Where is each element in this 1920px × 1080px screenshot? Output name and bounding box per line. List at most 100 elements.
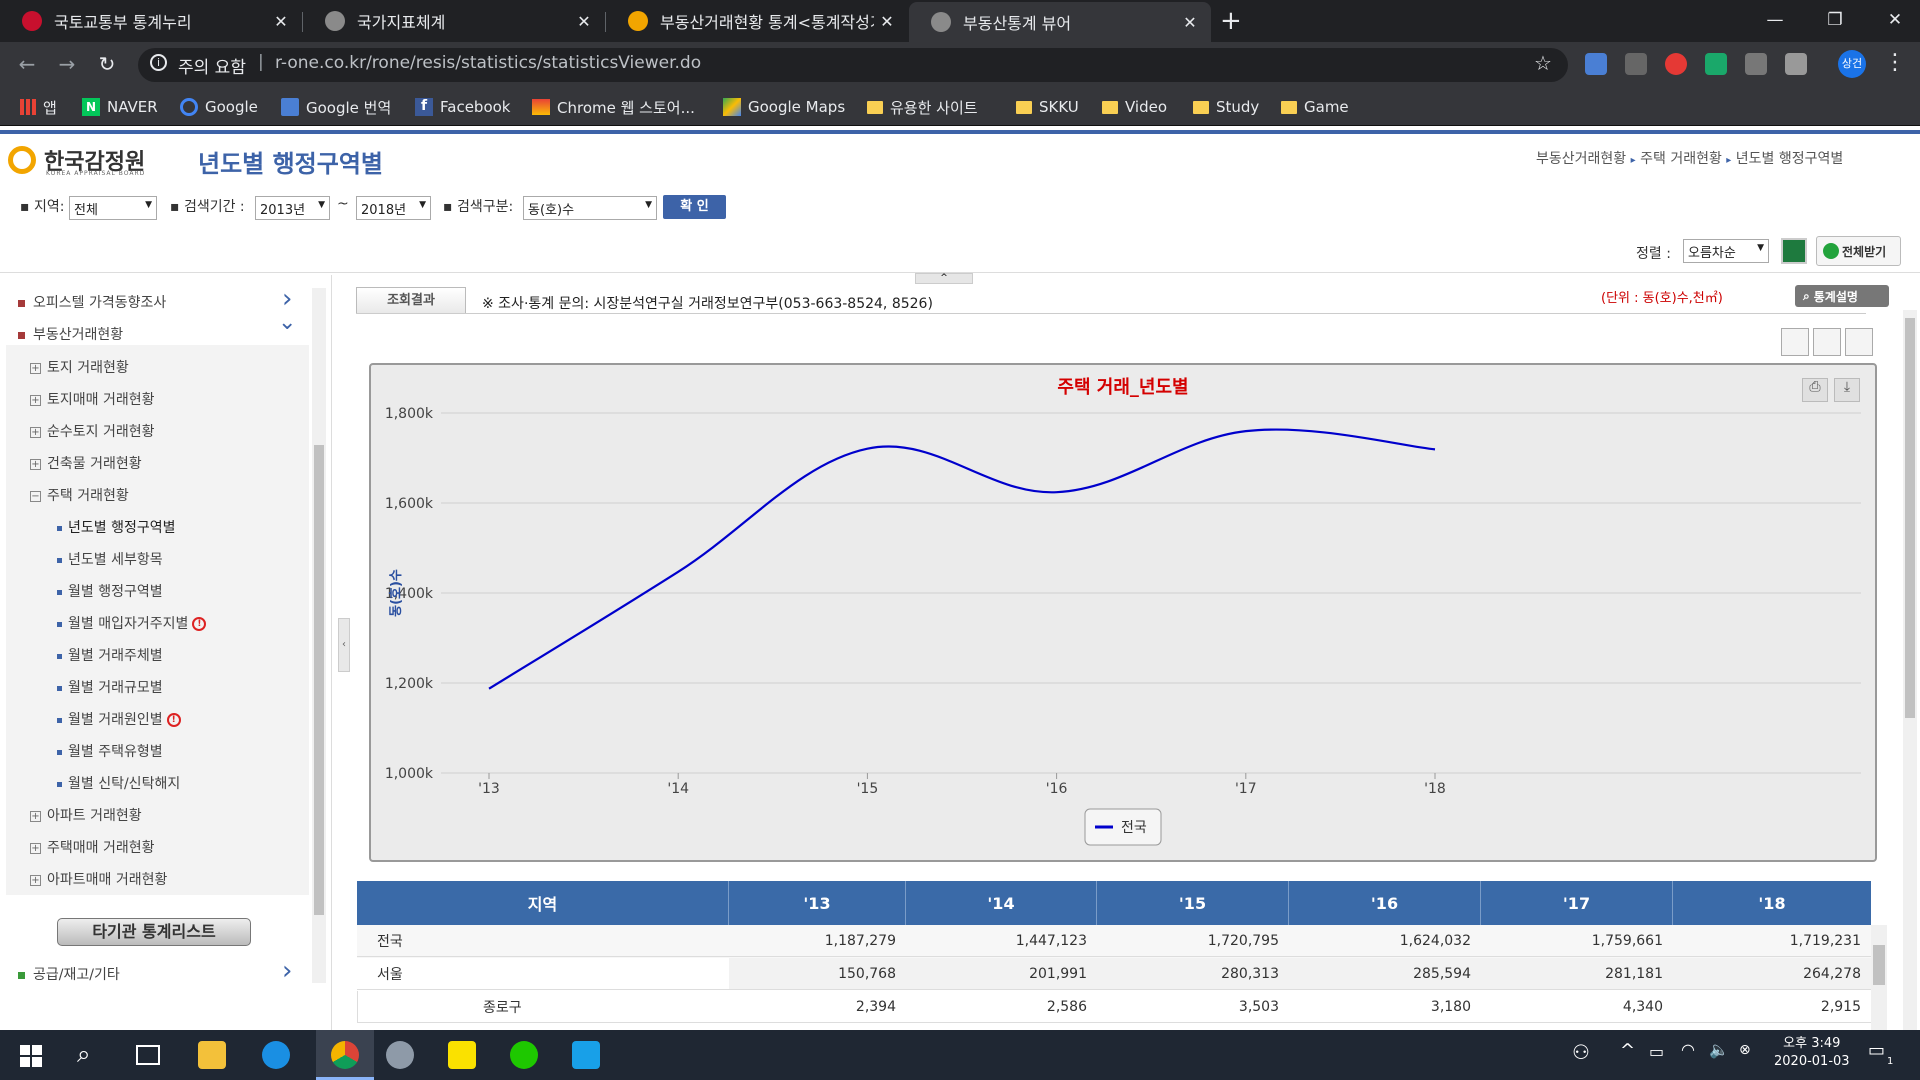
expand-icon[interactable]: + [30,362,41,374]
close-icon[interactable]: ✕ [268,12,294,31]
period-to-select[interactable]: 2018년 [356,196,431,220]
app-icon[interactable] [572,1041,600,1069]
clock[interactable]: 오후 3:49 2020-01-03 [1774,1035,1850,1071]
chevron-right-icon[interactable]: › [282,956,292,986]
expand-icon[interactable]: + [30,394,41,406]
new-tab-button[interactable]: + [1220,6,1242,36]
bookmark-google-translate[interactable]: Google 번역 [281,95,391,119]
confirm-button[interactable]: 확 인 [663,195,726,219]
sidebar-item-supply[interactable]: 공급/재고/기타 [18,964,120,984]
subitem-monthly-trust[interactable]: 월별 신탁/신탁해지 [57,773,180,793]
subitem-monthly-cause[interactable]: 월별 거래원인별! [57,709,181,729]
kakaotalk-icon[interactable] [448,1041,476,1069]
profile-avatar[interactable]: 상건 [1838,50,1866,78]
subitem-monthly-entity[interactable]: 월별 거래주체별 [57,645,163,665]
excel-icon[interactable] [1781,238,1807,264]
expand-icon[interactable]: + [30,874,41,886]
back-icon[interactable]: ← [12,52,42,76]
people-icon[interactable]: ⚇ [1572,1040,1590,1064]
translate-extension-icon[interactable] [1585,53,1607,75]
subitem-monthly-region[interactable]: 월별 행정구역별 [57,581,163,601]
close-icon[interactable]: ✕ [874,12,900,31]
restore-icon[interactable]: ❐ [1805,0,1865,40]
tree-item-pure-land[interactable]: + 순수토지 거래현황 [30,421,155,441]
tree-item-apartment-sale[interactable]: + 아파트매매 거래현황 [30,869,167,889]
tab-molit[interactable]: 국토교통부 통계누리 ✕ [0,0,302,42]
table-scrollbar-thumb[interactable] [1873,945,1885,985]
bookmark-chrome-store[interactable]: Chrome 웹 스토어... [532,95,695,119]
url-text[interactable]: r-one.co.kr/rone/resis/statistics/statis… [275,53,701,73]
ime-icon[interactable]: ⊗ [1739,1042,1751,1058]
info-icon[interactable]: ! [166,713,181,727]
expand-icon[interactable]: + [30,426,41,438]
forward-icon[interactable]: → [52,52,82,76]
bookmark-folder[interactable]: 유용한 사이트 [867,95,978,119]
tree-item-land[interactable]: + 토지 거래현황 [30,357,129,377]
tab-kosis[interactable]: 국가지표체계 ✕ [303,0,605,42]
collapse-sidebar-handle[interactable]: ‹ [338,618,350,672]
wifi-icon[interactable]: ◠ [1681,1040,1695,1059]
sort-select[interactable]: 오름차순 [1683,239,1769,263]
tab-result[interactable]: 조회결과 [356,287,466,314]
expand-icon[interactable]: + [30,842,41,854]
bookmark-facebook[interactable]: f Facebook [415,95,510,119]
tree-item-housing-sale[interactable]: + 주택매매 거래현황 [30,837,155,857]
tree-item-apartment[interactable]: + 아파트 거래현황 [30,805,142,825]
close-icon[interactable]: ✕ [571,12,597,31]
type-select[interactable]: 동(호)수 [523,196,657,220]
menu-icon[interactable]: ⋮ [1884,50,1906,75]
other-agency-stats-button[interactable]: 타기관 통계리스트 [57,918,251,946]
page-scrollbar-thumb[interactable] [1905,318,1915,718]
chevron-down-icon[interactable]: ⌄ [278,310,296,335]
task-view-icon[interactable] [136,1045,160,1065]
info-icon[interactable]: i [150,54,167,71]
stat-description-button[interactable]: ⌕ 통계설명 [1795,285,1889,307]
extension-icon[interactable] [1785,53,1807,75]
subitem-monthly-size[interactable]: 월별 거래규모별 [57,677,163,697]
bar-chart-icon[interactable] [1781,328,1809,356]
tray-chevron-icon[interactable]: ^ [1620,1040,1635,1061]
tree-item-housing[interactable]: − 주택 거래현황 [30,485,129,505]
breadcrumb-item[interactable]: 주택 거래현황 [1640,151,1722,167]
sidebar-scrollbar-thumb[interactable] [314,445,324,915]
subitem-monthly-housing-type[interactable]: 월별 주택유형별 [57,741,163,761]
bookmark-folder[interactable]: Game [1281,95,1349,119]
collapse-filter-handle[interactable]: ^ [915,273,973,284]
search-icon[interactable]: ⌕ [77,1040,90,1068]
close-window-icon[interactable]: ✕ [1865,0,1920,40]
internet-explorer-icon[interactable] [262,1041,290,1069]
area-chart-icon[interactable] [1845,328,1873,356]
subitem-yearly-region[interactable]: 년도별 행정구역별 [57,517,176,537]
period-from-select[interactable]: 2013년 [255,196,330,220]
minimize-icon[interactable]: — [1745,0,1805,40]
close-icon[interactable]: ✕ [1177,13,1203,32]
bookmark-folder[interactable]: SKKU [1016,95,1079,119]
notification-icon[interactable]: ▭ [1868,1040,1885,1061]
sidebar-item-officetel[interactable]: 오피스텔 가격동향조사 [18,292,166,312]
collapse-icon[interactable]: − [30,490,41,502]
bookmark-google[interactable]: Google [180,95,258,119]
battery-icon[interactable]: ▭ [1649,1042,1664,1061]
file-explorer-icon[interactable] [198,1041,226,1069]
tree-item-building[interactable]: + 건축물 거래현황 [30,453,142,473]
tab-stats-viewer[interactable]: 부동산통계 뷰어 ✕ [909,2,1211,42]
info-icon[interactable]: ! [192,617,207,631]
bookmark-naver[interactable]: N NAVER [82,95,158,119]
subitem-yearly-detail[interactable]: 년도별 세부항목 [57,549,163,569]
breadcrumb-item[interactable]: 부동산거래현황 [1536,151,1626,167]
reload-icon[interactable]: ↻ [92,52,122,76]
bookmark-folder[interactable]: Study [1193,95,1259,119]
windows-start-icon[interactable] [20,1045,42,1067]
bookmark-google-maps[interactable]: Google Maps [723,95,845,119]
volume-icon[interactable]: 🔈 [1709,1040,1729,1059]
hand-extension-icon[interactable] [1665,53,1687,75]
app-icon[interactable] [386,1041,414,1069]
tab-rone-stats[interactable]: 부동산거래현황 통계<통계작성기 ✕ [606,0,908,42]
download-all-button[interactable]: 전체받기 [1816,236,1901,266]
line-chart-icon[interactable] [1813,328,1841,356]
region-select[interactable]: 전체 [69,196,157,220]
expand-icon[interactable]: + [30,810,41,822]
shield-extension-icon[interactable] [1625,53,1647,75]
line-icon[interactable] [510,1041,538,1069]
s-extension-icon[interactable] [1705,53,1727,75]
